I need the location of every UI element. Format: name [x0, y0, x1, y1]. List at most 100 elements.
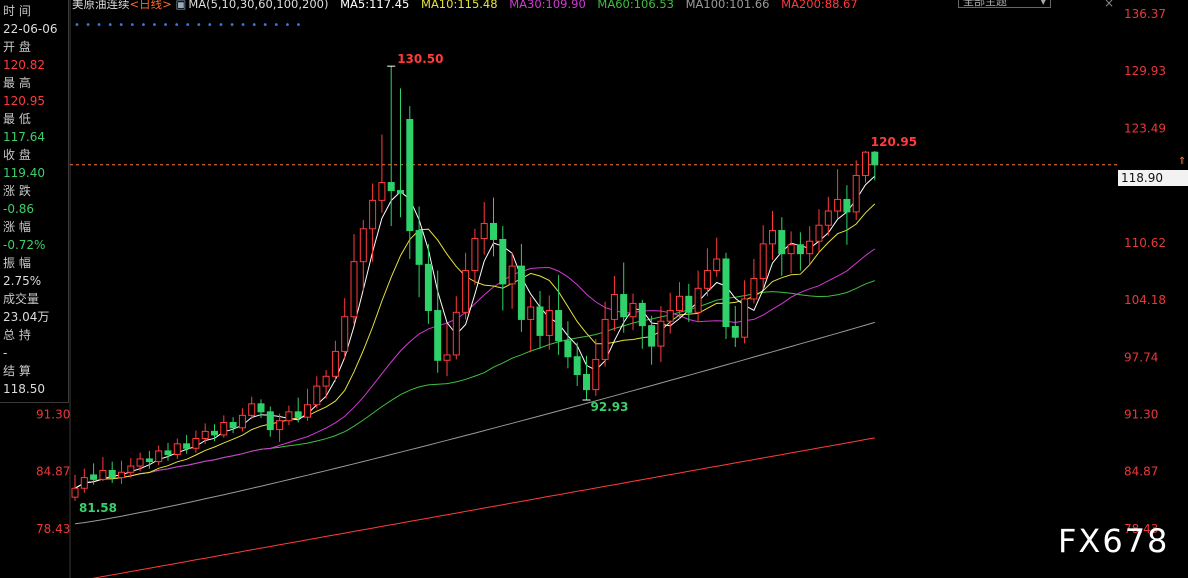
y-axis-label: 104.18: [1124, 293, 1166, 307]
candle-body: [266, 411, 274, 431]
candle-body: [322, 375, 330, 387]
candle-body: [285, 411, 293, 422]
price-arrow-icon: ⇑: [1178, 156, 1186, 167]
candle-body: [452, 311, 460, 356]
candle-body: [257, 403, 265, 413]
candle-body: [815, 224, 823, 242]
candle-body: [238, 414, 246, 429]
candle-body: [99, 469, 107, 480]
candle-body: [173, 443, 181, 455]
candle-body: [508, 265, 516, 285]
candle-body: [555, 310, 563, 342]
candle-body: [304, 404, 311, 418]
candle-body: [211, 430, 218, 436]
candle-body: [443, 354, 451, 361]
candle-body: [127, 465, 135, 473]
candle-body: [192, 437, 200, 449]
y-axis-label: 129.93: [1124, 64, 1166, 78]
candle-body: [592, 358, 600, 391]
candle-body: [201, 430, 209, 439]
candle-body: [397, 190, 404, 194]
candle-body: [824, 210, 832, 226]
candle-body: [71, 487, 79, 498]
candlestick-chart[interactable]: 136.37 129.93 123.49 110.62 104.18 97.74 91.30…: [0, 0, 1188, 578]
candle-body: [583, 374, 590, 391]
candle-body: [229, 421, 237, 429]
candle-body: [415, 230, 423, 265]
candle-body: [741, 298, 749, 338]
candle-body: [564, 340, 572, 358]
candle-body: [183, 443, 191, 449]
candle-body: [108, 469, 116, 479]
candle-body: [136, 458, 144, 467]
candle-body: [852, 174, 860, 213]
candle-body: [527, 306, 535, 320]
candle-body: [145, 458, 153, 463]
candle-body: [341, 316, 349, 352]
candle-body: [685, 295, 693, 313]
candle-body: [871, 151, 879, 166]
current-price-tag: 118.90: [1118, 170, 1188, 186]
candle-body: [769, 230, 776, 245]
y-axis-label: 110.62: [1124, 236, 1166, 250]
candle-body: [694, 287, 702, 313]
high-annotation: 130.50: [397, 52, 443, 66]
candle-body: [350, 261, 358, 318]
candle-body: [638, 302, 646, 327]
candle-body: [164, 450, 172, 455]
candle-body: [722, 258, 730, 328]
candle-body: [90, 474, 98, 480]
y-axis-label: 78.43: [36, 522, 70, 536]
ma60-line: [74, 280, 875, 489]
candle-body: [676, 295, 683, 312]
candle-body: [545, 310, 553, 336]
y-axis-label: 91.30: [36, 408, 70, 422]
candle-body: [713, 258, 721, 272]
candle-body: [294, 411, 302, 418]
ma100-line: [74, 321, 875, 525]
candle-body: [118, 471, 125, 479]
y-axis-label: 136.37: [1124, 7, 1166, 21]
candle-body: [220, 421, 228, 436]
candle-body: [434, 310, 442, 361]
candle-body: [276, 420, 284, 431]
candle-body: [778, 230, 786, 255]
candle-body: [471, 238, 479, 272]
candle-body: [629, 302, 637, 318]
candle-body: [387, 182, 395, 192]
candle-body: [731, 326, 739, 338]
mid-low-annotation: 92.93: [591, 400, 629, 414]
candle-body: [248, 403, 256, 416]
y-axis-label: 97.74: [1124, 350, 1158, 364]
y-axis-label: 84.87: [36, 465, 70, 479]
watermark-logo: FX678: [1058, 522, 1170, 560]
candle-body: [806, 240, 814, 255]
candle-body: [313, 385, 321, 406]
candle-body: [369, 199, 377, 230]
candle-body: [406, 118, 414, 232]
candle-body: [80, 477, 88, 489]
candle-body: [862, 151, 869, 176]
candle-body: [499, 238, 507, 285]
candle-body: [462, 270, 470, 313]
recent-high-annotation: 120.95: [871, 135, 917, 149]
y-axis-label: 84.87: [1124, 465, 1158, 479]
candle-body: [666, 310, 674, 322]
y-axis-label: 91.30: [1124, 408, 1158, 422]
candle-body: [573, 356, 581, 376]
candle-body: [601, 318, 609, 360]
candle-body: [424, 263, 432, 312]
ma200-line: [91, 437, 875, 578]
candle-body: [536, 306, 544, 336]
candle-body: [610, 294, 618, 320]
candle-body: [331, 350, 339, 377]
candle-body: [834, 198, 842, 212]
y-axis-label: 123.49: [1124, 121, 1166, 135]
candle-body: [620, 294, 628, 318]
candle-body: [155, 450, 163, 463]
candle-body: [796, 244, 804, 255]
candle-body: [759, 243, 767, 280]
candle-body: [378, 182, 386, 201]
candle-body: [787, 244, 795, 255]
candle-body: [750, 278, 758, 300]
